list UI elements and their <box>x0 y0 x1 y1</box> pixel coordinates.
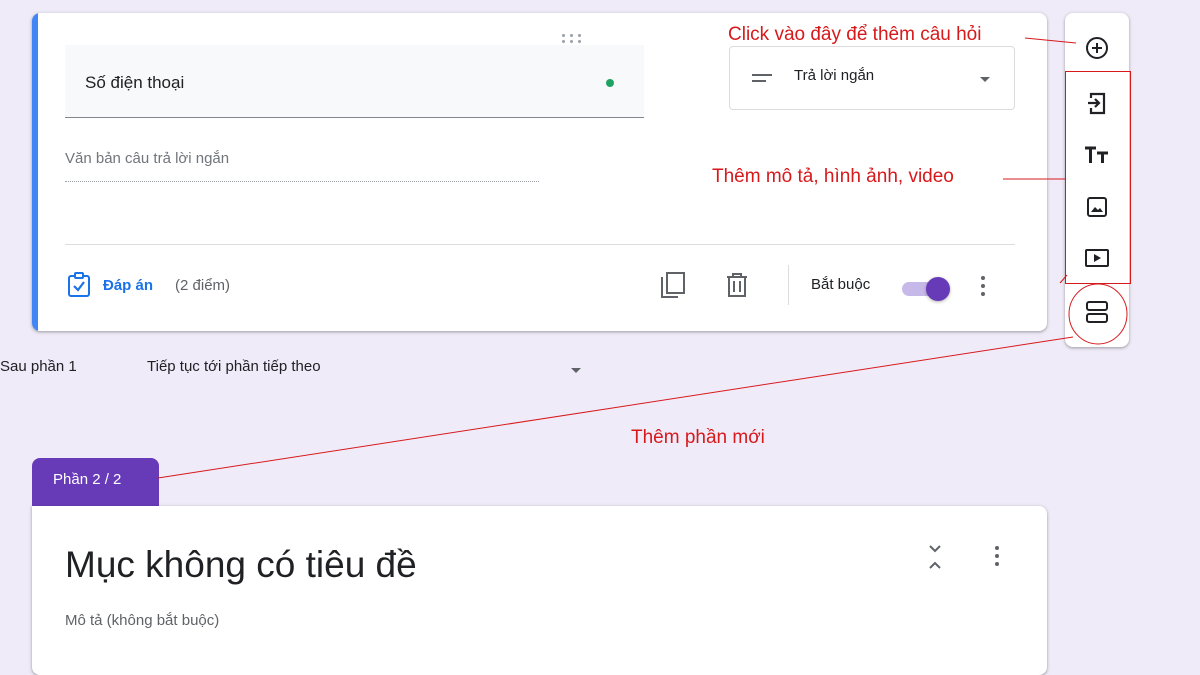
media-tools-highlight <box>1065 71 1131 284</box>
annotation-lines <box>157 37 1128 479</box>
annotation-add-media: Thêm mô tả, hình ảnh, video <box>712 166 954 187</box>
annotation-add-question: Click vào đây để thêm câu hỏi <box>728 24 982 45</box>
annotation-add-section: Thêm phần mới <box>631 427 765 448</box>
